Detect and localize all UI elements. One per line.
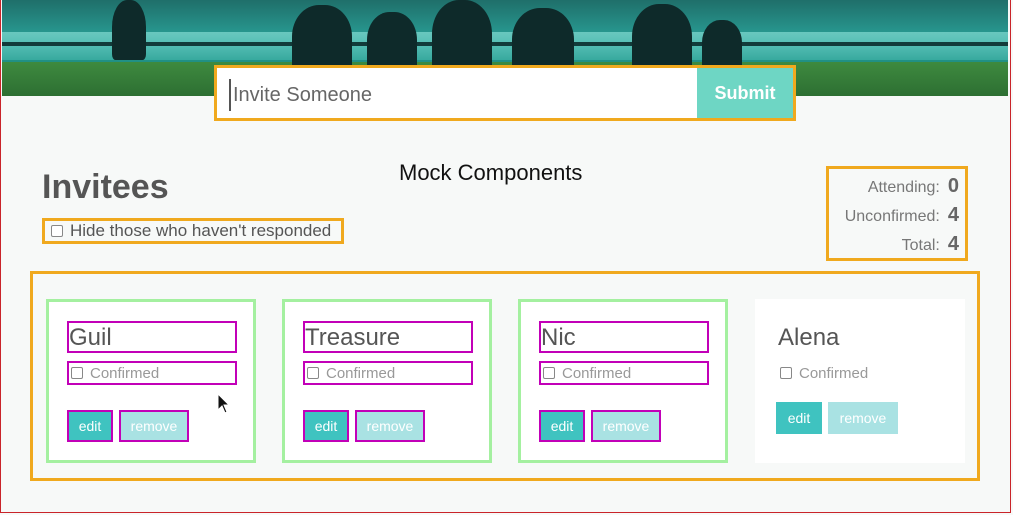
invitee-name: Treasure [303,321,473,353]
banner-person [702,20,742,70]
edit-button[interactable]: edit [67,410,113,442]
confirmed-checkbox[interactable]: Confirmed [776,361,946,385]
page-title: Invitees [42,168,169,206]
filter-label: Hide those who haven't responded [70,221,332,240]
invitee-name: Guil [67,321,237,353]
mock-components-label: Mock Components [399,160,583,185]
invitee-name: Alena [778,324,840,351]
edit-button[interactable]: edit [776,402,822,434]
count-attending: Attending: 0 [868,175,959,198]
banner-railing [2,42,1008,46]
remove-button[interactable]: remove [828,402,898,434]
confirmed-label: Confirmed [326,364,396,382]
count-value: 0 [947,175,959,197]
checkbox-icon[interactable] [51,225,63,237]
remove-button[interactable]: remove [591,410,661,442]
count-label: Total: [901,237,940,254]
edit-button[interactable]: edit [539,410,585,442]
invitee-card: Guil Confirmed edit remove [46,299,256,463]
count-total: Total: 4 [902,233,959,256]
checkbox-icon[interactable] [71,367,83,379]
count-value: 4 [947,233,959,255]
confirmed-checkbox[interactable]: Confirmed [67,361,237,385]
counter-panel: Attending: 0 Unconfirmed: 4 Total: 4 [826,166,968,261]
mouse-cursor-icon [217,393,231,414]
checkbox-icon[interactable] [780,367,792,379]
invitee-name: Nic [539,321,709,353]
confirmed-label: Confirmed [799,364,869,382]
count-unconfirmed: Unconfirmed: 4 [845,204,959,227]
confirmed-label: Confirmed [562,364,632,382]
confirmed-checkbox[interactable]: Confirmed [539,361,709,385]
edit-button[interactable]: edit [303,410,349,442]
confirmed-checkbox[interactable]: Confirmed [303,361,473,385]
checkbox-icon[interactable] [307,367,319,379]
banner-person [432,0,492,75]
count-value: 4 [947,204,959,226]
banner-water [2,32,1008,60]
banner-person [112,0,146,60]
hide-unresponded-filter[interactable]: Hide those who haven't responded [42,218,344,244]
remove-button[interactable]: remove [355,410,425,442]
count-label: Attending: [867,179,940,196]
invitee-card: Nic Confirmed edit remove [518,299,728,463]
remove-button[interactable]: remove [119,410,189,442]
submit-button[interactable]: Submit [697,68,793,118]
confirmed-label: Confirmed [90,364,160,382]
invitee-card: Alena Confirmed edit remove [755,299,965,463]
checkbox-icon[interactable] [543,367,555,379]
count-label: Unconfirmed: [844,208,940,225]
invitee-card: Treasure Confirmed edit remove [282,299,492,463]
invite-form: Submit [214,65,796,121]
invite-input[interactable] [229,79,705,111]
invitee-list: Guil Confirmed edit remove Treasure Conf… [30,271,980,481]
